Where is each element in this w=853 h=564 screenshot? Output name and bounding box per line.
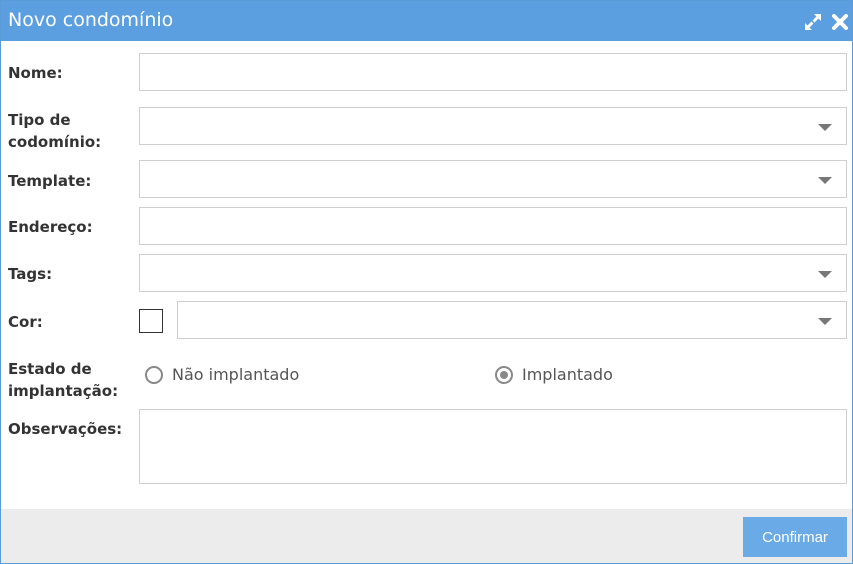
- type-select[interactable]: [139, 107, 847, 145]
- dialog-titlebar[interactable]: Novo condomínio: [1, 1, 852, 41]
- state-label-line1: Estado de: [8, 360, 92, 378]
- chevron-down-icon[interactable]: [818, 318, 832, 325]
- expand-icon[interactable]: [803, 12, 823, 32]
- color-label: Cor:: [8, 313, 43, 331]
- state-label-line2: implantação:: [8, 382, 119, 400]
- type-label-line1: Tipo de: [8, 111, 71, 129]
- name-label: Nome:: [8, 64, 63, 82]
- new-condominium-dialog: Novo condomínio Nome: Tipo de codomínio:…: [0, 0, 853, 564]
- color-swatch[interactable]: [139, 309, 163, 333]
- radio-not-deployed[interactable]: [145, 366, 163, 384]
- close-icon[interactable]: [830, 12, 850, 32]
- address-label: Endereço:: [8, 218, 93, 236]
- chevron-down-icon[interactable]: [818, 124, 832, 131]
- color-select[interactable]: [177, 301, 847, 339]
- radio-not-deployed-label[interactable]: Não implantado: [172, 365, 299, 384]
- dialog-footer: [1, 509, 852, 563]
- chevron-down-icon[interactable]: [818, 271, 832, 278]
- confirm-button[interactable]: Confirmar: [743, 517, 847, 557]
- tags-label: Tags:: [8, 265, 53, 283]
- type-label-line2: codomínio:: [8, 133, 102, 151]
- notes-label: Observações:: [8, 420, 123, 438]
- radio-deployed[interactable]: [495, 366, 513, 384]
- address-input[interactable]: [139, 207, 847, 245]
- name-input[interactable]: [139, 53, 847, 91]
- tags-select[interactable]: [139, 254, 847, 292]
- notes-textarea[interactable]: [139, 409, 847, 484]
- radio-deployed-label[interactable]: Implantado: [522, 365, 613, 384]
- template-select[interactable]: [139, 160, 847, 198]
- template-label: Template:: [8, 172, 92, 190]
- chevron-down-icon[interactable]: [818, 177, 832, 184]
- dialog-title: Novo condomínio: [8, 9, 174, 31]
